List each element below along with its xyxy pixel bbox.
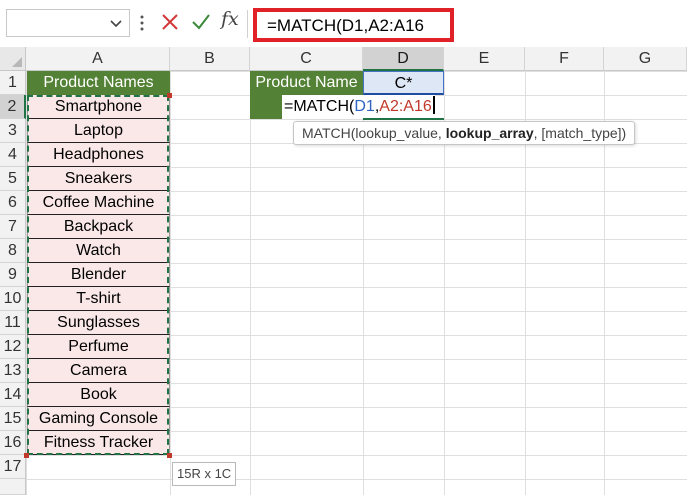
- row-header-4[interactable]: 4: [0, 143, 26, 167]
- column-header-f[interactable]: F: [525, 47, 604, 71]
- column-header-d[interactable]: D: [363, 47, 444, 71]
- row-header-10[interactable]: 10: [0, 287, 26, 311]
- row-header-15[interactable]: 15: [0, 407, 26, 431]
- cell-edit-c2[interactable]: =MATCH(D1,A2:A16: [282, 95, 435, 119]
- cell-a14[interactable]: Book: [27, 383, 170, 407]
- name-box[interactable]: [6, 9, 130, 37]
- cell-a9[interactable]: Blender: [27, 263, 170, 287]
- cell-a1[interactable]: Product Names: [27, 71, 170, 95]
- selection-size-tooltip: 15R x 1C: [172, 462, 237, 486]
- range-handle[interactable]: [167, 453, 172, 458]
- cell-a11[interactable]: Sunglasses: [27, 311, 170, 335]
- formula-bar: fx =MATCH(D1,A2:A16: [0, 0, 687, 47]
- column-header-e[interactable]: E: [444, 47, 525, 71]
- cell-c1[interactable]: Product Name: [250, 71, 363, 95]
- formula-prefix: =MATCH(: [284, 98, 355, 115]
- cell-a15[interactable]: Gaming Console: [27, 407, 170, 431]
- cell-a16[interactable]: Fitness Tracker: [27, 431, 170, 455]
- chevron-down-icon[interactable]: [109, 16, 123, 30]
- row-header-14[interactable]: 14: [0, 383, 26, 407]
- row-header-11[interactable]: 11: [0, 311, 26, 335]
- range-handle[interactable]: [167, 93, 172, 98]
- cell-a6[interactable]: Coffee Machine: [27, 191, 170, 215]
- text-cursor: [432, 96, 435, 114]
- enter-check-icon[interactable]: [191, 13, 211, 31]
- grid-line: [170, 71, 171, 495]
- formula-ref-range: A2:A16: [379, 98, 432, 115]
- divider: [247, 10, 248, 38]
- insert-function-button[interactable]: fx: [221, 8, 239, 30]
- row-header-1[interactable]: 1: [0, 71, 26, 95]
- range-handle[interactable]: [24, 453, 29, 458]
- tooltip-arg-match-type: , [match_type]): [533, 125, 627, 141]
- row-header-6[interactable]: 6: [0, 191, 26, 215]
- column-header-g[interactable]: G: [604, 47, 687, 71]
- row-header-5[interactable]: 5: [0, 167, 26, 191]
- row-header-17[interactable]: 17: [0, 455, 26, 479]
- cell-a4[interactable]: Headphones: [27, 143, 170, 167]
- formula-input[interactable]: =MATCH(D1,A2:A16: [253, 8, 454, 42]
- row-header-18[interactable]: [0, 479, 26, 495]
- cell-a8[interactable]: Watch: [27, 239, 170, 263]
- select-all-button[interactable]: [0, 47, 26, 71]
- row-header-3[interactable]: 3: [0, 119, 26, 143]
- function-tooltip[interactable]: MATCH(lookup_value, lookup_array, [match…: [293, 121, 636, 145]
- cell-d1[interactable]: C*: [363, 71, 444, 95]
- cell-a3[interactable]: Laptop: [27, 119, 170, 143]
- cell-a7[interactable]: Backpack: [27, 215, 170, 239]
- cell-a10[interactable]: T-shirt: [27, 287, 170, 311]
- row-header-7[interactable]: 7: [0, 215, 26, 239]
- cell-c2[interactable]: [250, 95, 283, 119]
- cell-a13[interactable]: Camera: [27, 359, 170, 383]
- formula-ref-d1: D1: [354, 98, 375, 115]
- row-header-13[interactable]: 13: [0, 359, 26, 383]
- cancel-icon[interactable]: [161, 13, 179, 31]
- column-header-b[interactable]: B: [170, 47, 250, 71]
- row-header-9[interactable]: 9: [0, 263, 26, 287]
- row-header-16[interactable]: 16: [0, 431, 26, 455]
- grid-line: [250, 71, 251, 495]
- tooltip-arg-lookup-array: lookup_array: [445, 125, 534, 141]
- cell-a12[interactable]: Perfume: [27, 335, 170, 359]
- more-options-icon[interactable]: [140, 14, 144, 32]
- cell-a2[interactable]: Smartphone: [27, 95, 170, 119]
- row-header-12[interactable]: 12: [0, 335, 26, 359]
- column-header-c[interactable]: C: [250, 47, 363, 71]
- cell-a5[interactable]: Sneakers: [27, 167, 170, 191]
- row-header-2[interactable]: 2: [0, 95, 26, 119]
- active-cell-border: [363, 118, 444, 120]
- column-header-a[interactable]: A: [26, 47, 170, 71]
- tooltip-arg-lookup-value: MATCH(lookup_value,: [302, 125, 446, 141]
- row-header-8[interactable]: 8: [0, 239, 26, 263]
